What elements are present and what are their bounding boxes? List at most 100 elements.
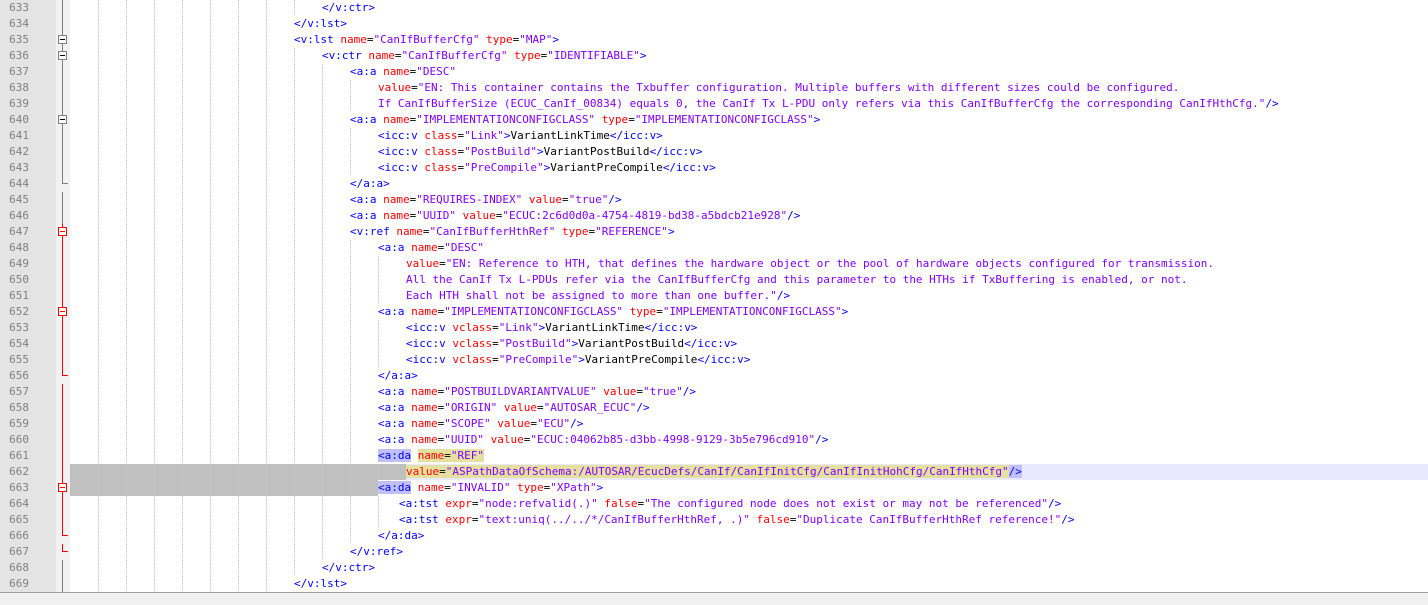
- code-text[interactable]: <a:a name="REQUIRES-INDEX" value="true"/…: [350, 192, 622, 208]
- line-number: 660: [9, 433, 29, 446]
- indent-guide: [350, 368, 351, 384]
- code-token: All the CanIf Tx L-PDUs refer via the Ca…: [406, 273, 1188, 286]
- code-text[interactable]: </a:da>: [378, 528, 424, 544]
- code-line[interactable]: 640 <a:a name="IMPLEMENTATIONCONFIGCLASS"…: [0, 112, 1428, 128]
- code-line[interactable]: 633 </v:ctr>: [0, 0, 1428, 16]
- code-token: <a:tst: [399, 497, 446, 510]
- fold-collapse-icon[interactable]: [57, 48, 69, 64]
- code-text[interactable]: <icc:v class="PostBuild">VariantPostBuil…: [378, 144, 703, 160]
- code-text[interactable]: value="ASPathDataOfSchema:/AUTOSAR/EcucD…: [406, 464, 1022, 480]
- code-line[interactable]: 655 <icc:v vclass="PreCompile">VariantPre…: [0, 352, 1428, 368]
- code-text[interactable]: <a:tst expr="text:uniq(../../*/CanIfBuff…: [399, 512, 1075, 528]
- fold-collapse-icon[interactable]: [57, 112, 69, 128]
- fold-line-marker: [57, 240, 69, 256]
- code-line[interactable]: 645 <a:a name="REQUIRES-INDEX" value="tru…: [0, 192, 1428, 208]
- code-line[interactable]: 663 <a:da name="INVALID" type="XPath">: [0, 480, 1428, 496]
- code-text[interactable]: <a:a name="UUID" value="ECUC:2c6d0d0a-47…: [350, 208, 800, 224]
- code-line[interactable]: 668 </v:ctr>: [0, 560, 1428, 576]
- indent-guide: [126, 576, 127, 592]
- indent-guide: [98, 208, 99, 224]
- code-line[interactable]: 642 <icc:v class="PostBuild">VariantPostB…: [0, 144, 1428, 160]
- code-text[interactable]: <a:a name="ORIGIN" value="AUTOSAR_ECUC"/…: [378, 400, 650, 416]
- code-text[interactable]: <a:a name="IMPLEMENTATIONCONFIGCLASS" ty…: [378, 304, 848, 320]
- fold-collapse-icon[interactable]: [57, 304, 69, 320]
- indent-guide: [350, 512, 351, 528]
- code-text[interactable]: <icc:v vclass="PreCompile">VariantPreCom…: [406, 352, 750, 368]
- code-line[interactable]: 644 </a:a>: [0, 176, 1428, 192]
- code-text[interactable]: <icc:v class="Link">VariantLinkTime</icc…: [378, 128, 663, 144]
- code-text[interactable]: Each HTH shall not be assigned to more t…: [406, 288, 790, 304]
- fold-collapse-icon[interactable]: [57, 32, 69, 48]
- code-line[interactable]: 650 All the CanIf Tx L-PDUs refer via the…: [0, 272, 1428, 288]
- code-text[interactable]: <icc:v class="PreCompile">VariantPreComp…: [378, 160, 716, 176]
- code-text[interactable]: All the CanIf Tx L-PDUs refer via the Ca…: [406, 272, 1187, 288]
- code-text[interactable]: </v:lst>: [294, 16, 347, 32]
- code-text[interactable]: <a:tst expr="node:refvalid(.)" false="Th…: [399, 496, 1061, 512]
- code-line[interactable]: 664 <a:tst expr="node:refvalid(.)" false=…: [0, 496, 1428, 512]
- code-token: "POSTBUILDVARIANTVALUE": [444, 385, 597, 398]
- code-token: >: [667, 225, 675, 238]
- code-line[interactable]: 637 <a:a name="DESC": [0, 64, 1428, 80]
- code-text[interactable]: <a:a name="UUID" value="ECUC:04062b85-d3…: [378, 432, 828, 448]
- code-line[interactable]: 634 </v:lst>: [0, 16, 1428, 32]
- code-line[interactable]: 666 </a:da>: [0, 528, 1428, 544]
- code-text[interactable]: <a:a name="DESC": [378, 240, 484, 256]
- code-line[interactable]: 649 value="EN: Reference to HTH, that def…: [0, 256, 1428, 272]
- code-token: "ECUC:2c6d0d0a-4754-4819-bd38-a5bdcb21e9…: [502, 209, 788, 222]
- code-line[interactable]: 652 <a:a name="IMPLEMENTATIONCONFIGCLASS"…: [0, 304, 1428, 320]
- code-text[interactable]: </a:a>: [350, 176, 390, 192]
- code-text[interactable]: </v:ctr>: [322, 560, 375, 576]
- code-line[interactable]: 643 <icc:v class="PreCompile">VariantPreC…: [0, 160, 1428, 176]
- code-text[interactable]: If CanIfBufferSize (ECUC_CanIf_00834) eq…: [378, 96, 1279, 112]
- code-line[interactable]: 646 <a:a name="UUID" value="ECUC:2c6d0d0a…: [0, 208, 1428, 224]
- code-line[interactable]: 651 Each HTH shall not be assigned to mor…: [0, 288, 1428, 304]
- code-line[interactable]: 659 <a:a name="SCOPE" value="ECU"/>: [0, 416, 1428, 432]
- code-text[interactable]: <a:da name="REF": [378, 448, 484, 464]
- code-text[interactable]: value="EN: Reference to HTH, that define…: [406, 256, 1214, 272]
- code-line[interactable]: 654 <icc:v vclass="PostBuild">VariantPost…: [0, 336, 1428, 352]
- code-text[interactable]: <icc:v vclass="Link">VariantLinkTime</ic…: [406, 320, 697, 336]
- code-line[interactable]: 636 <v:ctr name="CanIfBufferCfg" type="ID…: [0, 48, 1428, 64]
- code-text[interactable]: </v:lst>: [294, 576, 347, 592]
- indent-guide: [98, 240, 99, 256]
- indent-guide: [154, 272, 155, 288]
- code-text[interactable]: <a:a name="SCOPE" value="ECU"/>: [378, 416, 583, 432]
- code-token: "IMPLEMENTATIONCONFIGCLASS": [634, 113, 814, 126]
- indent-guide: [238, 576, 239, 592]
- code-text[interactable]: </v:ref>: [350, 544, 403, 560]
- code-line[interactable]: 635 <v:lst name="CanIfBufferCfg" type="MA…: [0, 32, 1428, 48]
- fold-collapse-icon[interactable]: [57, 480, 69, 496]
- code-text[interactable]: value="EN: This container contains the T…: [378, 80, 1179, 96]
- indent-guide: [238, 464, 239, 480]
- indent-guide: [98, 320, 99, 336]
- indent-guide: [154, 448, 155, 464]
- code-line[interactable]: 641 <icc:v class="Link">VariantLinkTime</…: [0, 128, 1428, 144]
- xml-editor[interactable]: 633 </v:ctr> 634 </v:lst> 635 <v:lst name="Ca…: [0, 0, 1428, 592]
- horizontal-scrollbar[interactable]: [0, 592, 1428, 605]
- code-line[interactable]: 669 </v:lst>: [0, 576, 1428, 592]
- code-text[interactable]: </v:ctr>: [322, 0, 375, 16]
- code-text[interactable]: <a:a name="POSTBUILDVARIANTVALUE" value=…: [378, 384, 696, 400]
- code-line[interactable]: 657 <a:a name = "POSTBUILDVARIANTVALUE" val…: [0, 384, 1428, 400]
- code-text[interactable]: <a:da name="INVALID" type="XPath">: [378, 480, 603, 496]
- code-line[interactable]: 653 <icc:v vclass="Link">VariantLinkTime<…: [0, 320, 1428, 336]
- code-line[interactable]: 656 </a:a>: [0, 368, 1428, 384]
- code-line[interactable]: 660 <a:a name="UUID" value="ECUC:04062b85…: [0, 432, 1428, 448]
- code-text[interactable]: <v:ref name="CanIfBufferHthRef" type="RE…: [350, 224, 675, 240]
- code-line[interactable]: 647 <v:ref name="CanIfBufferHthRef" type=…: [0, 224, 1428, 240]
- code-line[interactable]: 658 <a:a name="ORIGIN" value="AUTOSAR_ECU…: [0, 400, 1428, 416]
- code-text[interactable]: <a:a name="DESC": [350, 64, 456, 80]
- code-text[interactable]: <v:lst name="CanIfBufferCfg" type="MAP">: [294, 32, 559, 48]
- code-line[interactable]: 648 <a:a name="DESC": [0, 240, 1428, 256]
- code-line[interactable]: 639 If CanIfBufferSize (ECUC_CanIf_00834)…: [0, 96, 1428, 112]
- code-line[interactable]: 661 <a:da name="REF": [0, 448, 1428, 464]
- code-line[interactable]: 665 <a:tst expr="text:uniq(../../*/CanIfB…: [0, 512, 1428, 528]
- fold-collapse-icon[interactable]: [57, 224, 69, 240]
- code-text[interactable]: </a:a>: [378, 368, 418, 384]
- code-text[interactable]: <icc:v vclass="PostBuild">VariantPostBui…: [406, 336, 737, 352]
- code-line[interactable]: 662 value="ASPathDataOfSchema:/AUTOSAR/Ec…: [0, 464, 1428, 480]
- code-line[interactable]: 638 value="EN: This container contains th…: [0, 80, 1428, 96]
- code-line[interactable]: 667 </v:ref>: [0, 544, 1428, 560]
- code-text[interactable]: <a:a name="IMPLEMENTATIONCONFIGCLASS" ty…: [350, 112, 820, 128]
- code-text[interactable]: <v:ctr name="CanIfBufferCfg" type="IDENT…: [322, 48, 647, 64]
